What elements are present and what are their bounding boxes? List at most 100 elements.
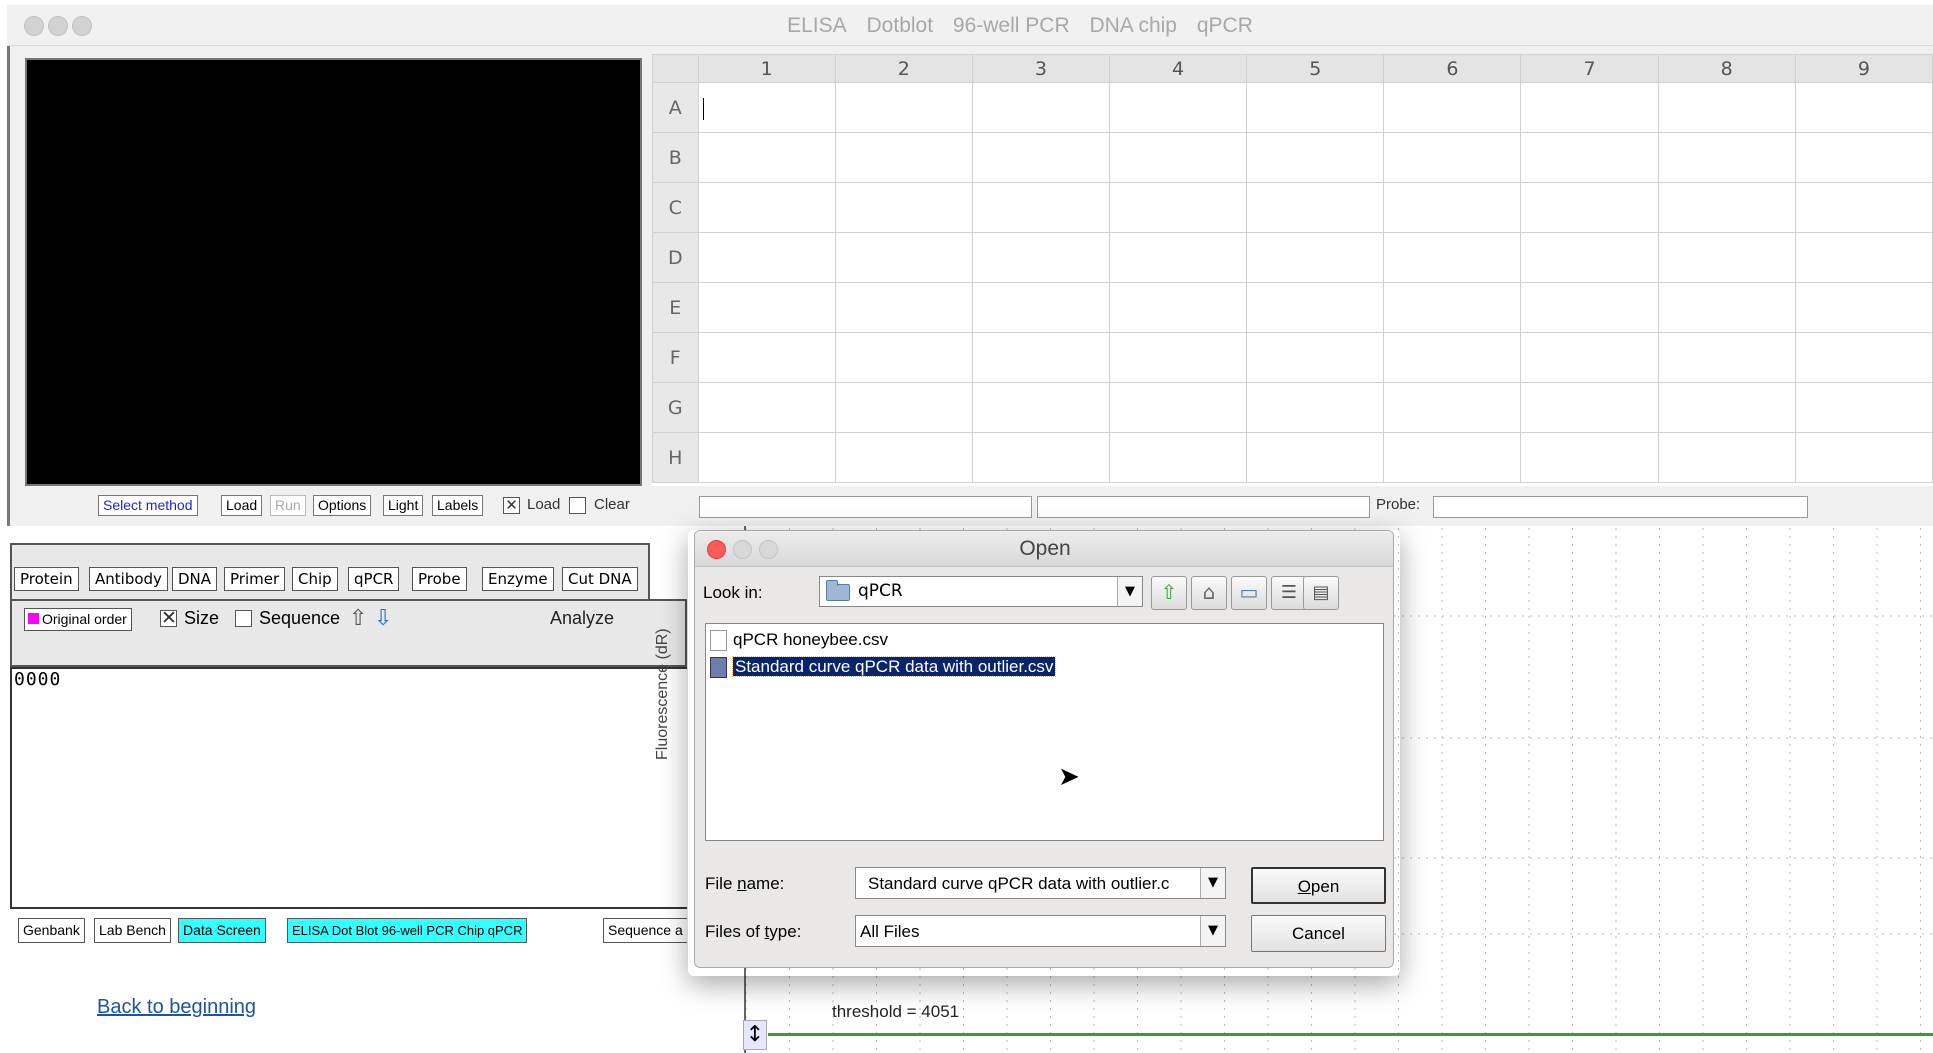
files-of-type-select[interactable]: All Files ▼ bbox=[855, 915, 1226, 947]
well-cell[interactable] bbox=[1657, 82, 1796, 133]
well-cell[interactable] bbox=[1794, 282, 1933, 333]
home-folder-icon[interactable]: ⌂ bbox=[1191, 576, 1227, 610]
well-cell[interactable] bbox=[834, 382, 973, 433]
well-cell[interactable] bbox=[971, 182, 1111, 233]
threshold-line[interactable] bbox=[768, 1033, 1933, 1036]
well-cell[interactable] bbox=[971, 282, 1111, 333]
well-cell[interactable] bbox=[834, 432, 973, 483]
plate-field-2[interactable] bbox=[1037, 496, 1370, 518]
well-cell[interactable] bbox=[1383, 332, 1522, 383]
well-cell[interactable] bbox=[1794, 82, 1933, 133]
well-cell[interactable] bbox=[697, 432, 836, 483]
details-view-icon[interactable]: ▤ bbox=[1303, 576, 1339, 610]
plate-field-1[interactable] bbox=[699, 496, 1032, 518]
sequence-checkbox[interactable] bbox=[235, 610, 252, 627]
tab-data-screen[interactable]: Data Screen bbox=[178, 918, 266, 943]
probe-field[interactable] bbox=[1433, 496, 1808, 518]
well-cell[interactable] bbox=[1520, 232, 1659, 283]
well-cell[interactable] bbox=[1794, 332, 1933, 383]
tab-enzyme[interactable]: Enzyme bbox=[482, 567, 554, 591]
up-folder-icon[interactable]: ⇧ bbox=[1151, 576, 1187, 610]
tab-protein[interactable]: Protein bbox=[14, 567, 79, 591]
well-cell[interactable] bbox=[1246, 432, 1385, 483]
well-cell[interactable] bbox=[1794, 182, 1933, 233]
sequence-area[interactable] bbox=[10, 667, 687, 909]
well-cell[interactable] bbox=[1520, 432, 1659, 483]
well-cell[interactable] bbox=[1109, 432, 1248, 483]
run-button[interactable]: Run bbox=[270, 495, 306, 516]
tab-sequence[interactable]: Sequence a bbox=[603, 918, 687, 943]
well-cell[interactable] bbox=[1657, 182, 1796, 233]
clear-checkbox[interactable] bbox=[569, 497, 586, 514]
well-cell[interactable] bbox=[1794, 432, 1933, 483]
list-view-icon[interactable]: ☰ bbox=[1271, 576, 1307, 610]
tab-dna[interactable]: DNA bbox=[172, 567, 218, 591]
well-cell[interactable] bbox=[834, 132, 973, 183]
size-checkbox[interactable]: ✕ bbox=[160, 609, 177, 628]
options-button[interactable]: Options bbox=[313, 495, 372, 516]
well-cell[interactable] bbox=[971, 382, 1111, 433]
file-item[interactable]: qPCR honeybee.csv bbox=[710, 628, 888, 652]
well-cell[interactable] bbox=[1520, 332, 1659, 383]
well-cell[interactable] bbox=[971, 332, 1111, 383]
well-cell[interactable] bbox=[1657, 232, 1796, 283]
well-cell[interactable] bbox=[1109, 82, 1248, 133]
tab-lab-bench[interactable]: Lab Bench bbox=[94, 918, 171, 943]
load-button[interactable]: Load bbox=[221, 495, 263, 516]
well-cell[interactable] bbox=[1246, 282, 1385, 333]
open-button[interactable]: Open bbox=[1251, 867, 1386, 904]
well-cell[interactable] bbox=[834, 332, 973, 383]
well-cell[interactable] bbox=[1657, 432, 1796, 483]
well-cell[interactable] bbox=[1520, 182, 1659, 233]
dialog-minimize-icon[interactable] bbox=[733, 540, 752, 559]
well-cell[interactable] bbox=[697, 282, 836, 333]
file-item-selected[interactable]: Standard curve qPCR data with outlier.cs… bbox=[710, 655, 1057, 679]
tab-qpcr[interactable]: qPCR bbox=[348, 567, 400, 591]
well-cell[interactable] bbox=[697, 132, 836, 183]
tab-primer[interactable]: Primer bbox=[224, 567, 286, 591]
sort-up-arrow-icon[interactable]: ⇧ bbox=[349, 606, 367, 631]
tab-genbank[interactable]: Genbank bbox=[18, 918, 85, 943]
well-cell[interactable] bbox=[1383, 82, 1522, 133]
well-cell[interactable] bbox=[1109, 332, 1248, 383]
load-checkbox[interactable]: ✕ bbox=[503, 497, 520, 514]
file-list[interactable]: qPCR honeybee.csv Standard curve qPCR da… bbox=[705, 623, 1384, 841]
tab-chip[interactable]: Chip bbox=[292, 567, 338, 591]
well-cell[interactable] bbox=[1520, 82, 1659, 133]
well-cell[interactable] bbox=[1109, 182, 1248, 233]
well-cell[interactable] bbox=[697, 182, 836, 233]
well-cell[interactable] bbox=[1383, 232, 1522, 283]
well-cell[interactable] bbox=[834, 182, 973, 233]
well-cell[interactable] bbox=[1246, 332, 1385, 383]
well-cell[interactable] bbox=[1246, 232, 1385, 283]
well-cell[interactable] bbox=[1109, 132, 1248, 183]
well-cell[interactable] bbox=[697, 332, 836, 383]
well-cell[interactable] bbox=[1246, 382, 1385, 433]
well-cell[interactable] bbox=[1657, 332, 1796, 383]
files-of-type-dropdown-icon[interactable]: ▼ bbox=[1200, 916, 1225, 946]
well-cell[interactable] bbox=[1657, 132, 1796, 183]
tab-cut-dna[interactable]: Cut DNA bbox=[562, 567, 638, 591]
well-cell[interactable] bbox=[1794, 232, 1933, 283]
original-order-button[interactable]: Original order bbox=[24, 608, 132, 631]
well-cell[interactable] bbox=[1657, 282, 1796, 333]
well-cell[interactable] bbox=[1794, 382, 1933, 433]
well-cell[interactable] bbox=[697, 82, 836, 133]
light-button[interactable]: Light bbox=[383, 495, 424, 516]
well-cell[interactable] bbox=[971, 432, 1111, 483]
look-in-dropdown-icon[interactable]: ▼ bbox=[1117, 577, 1142, 606]
tab-antibody[interactable]: Antibody bbox=[89, 567, 168, 591]
well-cell[interactable] bbox=[1109, 232, 1248, 283]
well-cell[interactable] bbox=[834, 232, 973, 283]
well-cell[interactable] bbox=[1520, 382, 1659, 433]
back-to-beginning-link[interactable]: Back to beginning bbox=[97, 996, 256, 1019]
dialog-close-icon[interactable] bbox=[707, 540, 726, 559]
well-cell[interactable] bbox=[834, 282, 973, 333]
look-in-combo[interactable]: qPCR ▼ bbox=[819, 576, 1143, 607]
new-folder-icon[interactable]: ▭ bbox=[1231, 576, 1267, 610]
well-cell[interactable] bbox=[971, 82, 1111, 133]
well-cell[interactable] bbox=[1657, 382, 1796, 433]
file-name-dropdown-icon[interactable]: ▼ bbox=[1200, 868, 1225, 898]
well-cell[interactable] bbox=[697, 232, 836, 283]
well-cell[interactable] bbox=[1794, 132, 1933, 183]
